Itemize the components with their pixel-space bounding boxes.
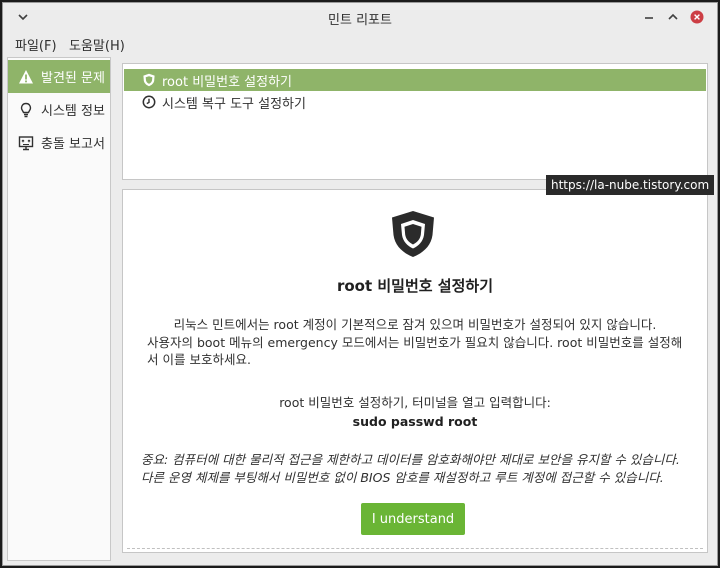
issue-list: root 비밀번호 설정하기 시스템 복구 도구 설정하기 bbox=[122, 63, 708, 180]
terminal-command: sudo passwd root bbox=[352, 414, 478, 429]
shield-icon bbox=[392, 211, 434, 257]
issue-row-system-restore[interactable]: 시스템 복구 도구 설정하기 bbox=[124, 91, 706, 113]
sidebar-item-system-info[interactable]: 시스템 정보 bbox=[8, 93, 110, 126]
sidebar-item-label: 충돌 보고서 bbox=[41, 137, 105, 152]
divider bbox=[127, 548, 703, 549]
close-icon[interactable] bbox=[690, 10, 704, 24]
sidebar-item-label: 시스템 정보 bbox=[41, 104, 105, 119]
issue-label: root 비밀번호 설정하기 bbox=[162, 74, 293, 90]
monitor-crash-icon bbox=[18, 135, 34, 150]
sidebar: 발견된 문제 시스템 정보 충돌 보고서 bbox=[7, 57, 111, 561]
issue-row-root-password[interactable]: root 비밀번호 설정하기 bbox=[124, 69, 706, 91]
watermark-label: https://la-nube.tistory.com bbox=[546, 175, 715, 195]
detail-note: 중요: 컴퓨터에 대한 물리적 접근을 제한하고 데이터를 암호화해야만 제대로… bbox=[141, 452, 680, 485]
detail-paragraph: 사용자의 boot 메뉴의 emergency 모드에서는 비밀번호가 필요치 … bbox=[147, 335, 683, 367]
menu-help[interactable]: 도움말(H) bbox=[69, 35, 125, 54]
titlebar: 민트 리포트 bbox=[3, 3, 717, 31]
sidebar-item-crash-reports[interactable]: 충돌 보고서 bbox=[8, 126, 110, 159]
maximize-icon[interactable] bbox=[666, 10, 680, 24]
i-understand-button[interactable]: I understand bbox=[361, 503, 465, 535]
shield-icon bbox=[143, 73, 155, 87]
menu-file[interactable]: 파일(F) bbox=[15, 35, 57, 54]
clock-icon bbox=[142, 95, 156, 109]
window-title: 민트 리포트 bbox=[328, 13, 392, 28]
report-window: 민트 리포트 파일(F) 도움말(H) 발견된 문제 시스템 정보 충돌 보고서… bbox=[2, 2, 718, 566]
menubar: 파일(F) 도움말(H) bbox=[3, 31, 717, 55]
minimize-icon[interactable] bbox=[642, 10, 656, 24]
issue-detail-panel: root 비밀번호 설정하기 리눅스 민트에서는 root 계정이 기본적으로 … bbox=[122, 189, 708, 553]
issue-label: 시스템 복구 도구 설정하기 bbox=[162, 96, 306, 112]
detail-instruction: root 비밀번호 설정하기, 터미널을 열고 입력합니다: bbox=[279, 395, 551, 410]
detail-paragraph: 리눅스 민트에서는 root 계정이 기본적으로 잠겨 있으며 비밀번호가 설정… bbox=[173, 317, 657, 332]
sidebar-item-label: 발견된 문제 bbox=[41, 71, 105, 86]
lightbulb-icon bbox=[20, 102, 32, 117]
sidebar-item-detected-problems[interactable]: 발견된 문제 bbox=[8, 60, 110, 93]
warning-icon bbox=[19, 69, 33, 83]
detail-title: root 비밀번호 설정하기 bbox=[336, 277, 494, 295]
